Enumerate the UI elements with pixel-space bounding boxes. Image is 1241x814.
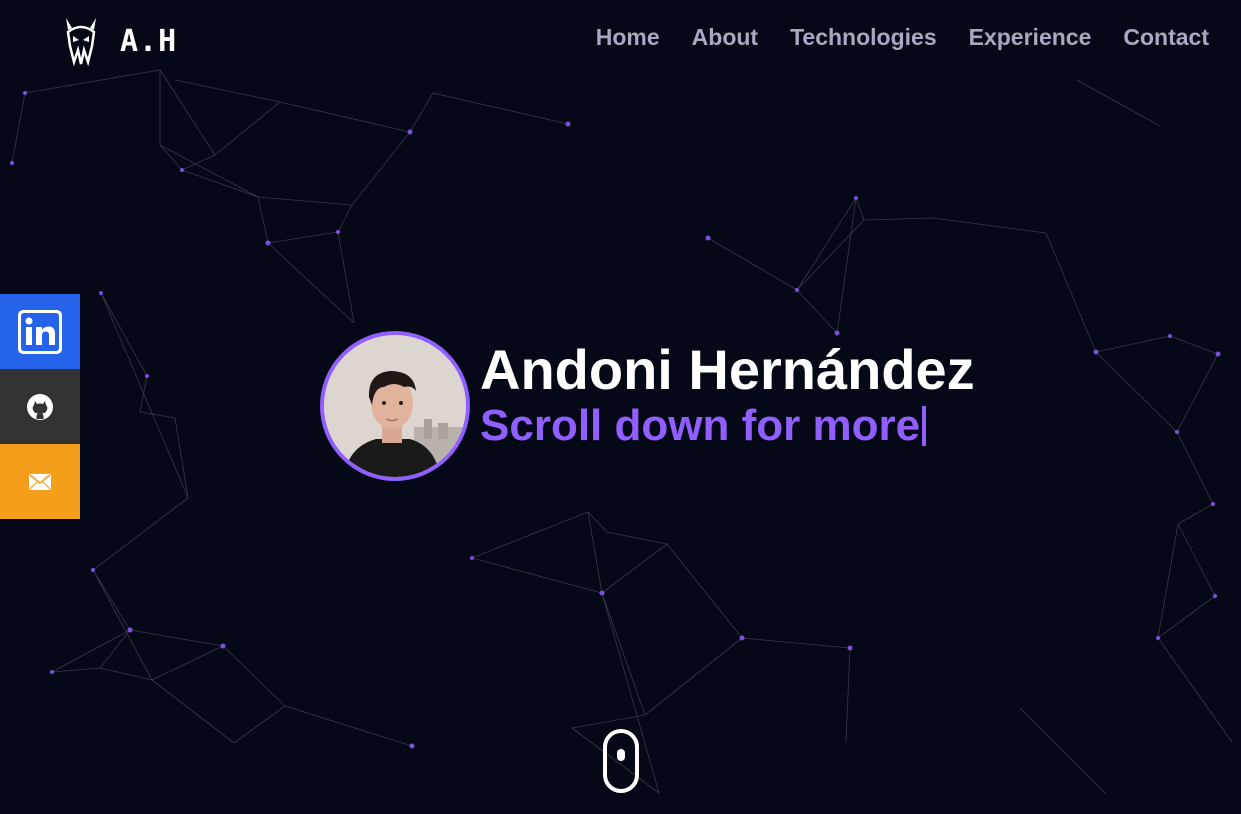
- nav-home-link[interactable]: Home: [596, 24, 660, 51]
- hero-subtitle: Scroll down for more: [480, 401, 921, 450]
- linkedin-icon: [18, 309, 62, 354]
- hero-name: Andoni Hernández: [480, 338, 975, 401]
- logo[interactable]: A.H: [62, 16, 177, 66]
- email-button[interactable]: [0, 444, 80, 519]
- logo-text: A.H: [120, 23, 178, 59]
- linkedin-button[interactable]: [0, 294, 80, 369]
- nav-links: Home About Technologies Experience Conta…: [596, 24, 1209, 51]
- navbar: A.H Home About Technologies Experience C…: [0, 0, 1241, 78]
- hero-section: Andoni Hernández Scroll down for more: [320, 331, 975, 481]
- hero-text: Andoni Hernández Scroll down for more: [480, 340, 975, 452]
- github-icon: [27, 393, 53, 420]
- hero-subtitle-line: Scroll down for more: [480, 400, 975, 452]
- avatar: [320, 331, 470, 481]
- profile-photo-icon: [324, 335, 466, 477]
- nav-experience-link[interactable]: Experience: [969, 24, 1092, 51]
- page: A.H Home About Technologies Experience C…: [0, 0, 1241, 814]
- nav-technologies-link[interactable]: Technologies: [790, 24, 937, 51]
- social-sidebar: [0, 294, 80, 519]
- mouse-scroll-icon: [617, 749, 625, 761]
- typing-cursor: [922, 406, 927, 446]
- nav-contact-link[interactable]: Contact: [1123, 24, 1209, 51]
- scroll-down-button[interactable]: [603, 729, 639, 793]
- skull-logo-icon: [66, 18, 96, 66]
- github-button[interactable]: [0, 369, 80, 444]
- envelope-icon: [29, 473, 51, 490]
- nav-about-link[interactable]: About: [692, 24, 758, 51]
